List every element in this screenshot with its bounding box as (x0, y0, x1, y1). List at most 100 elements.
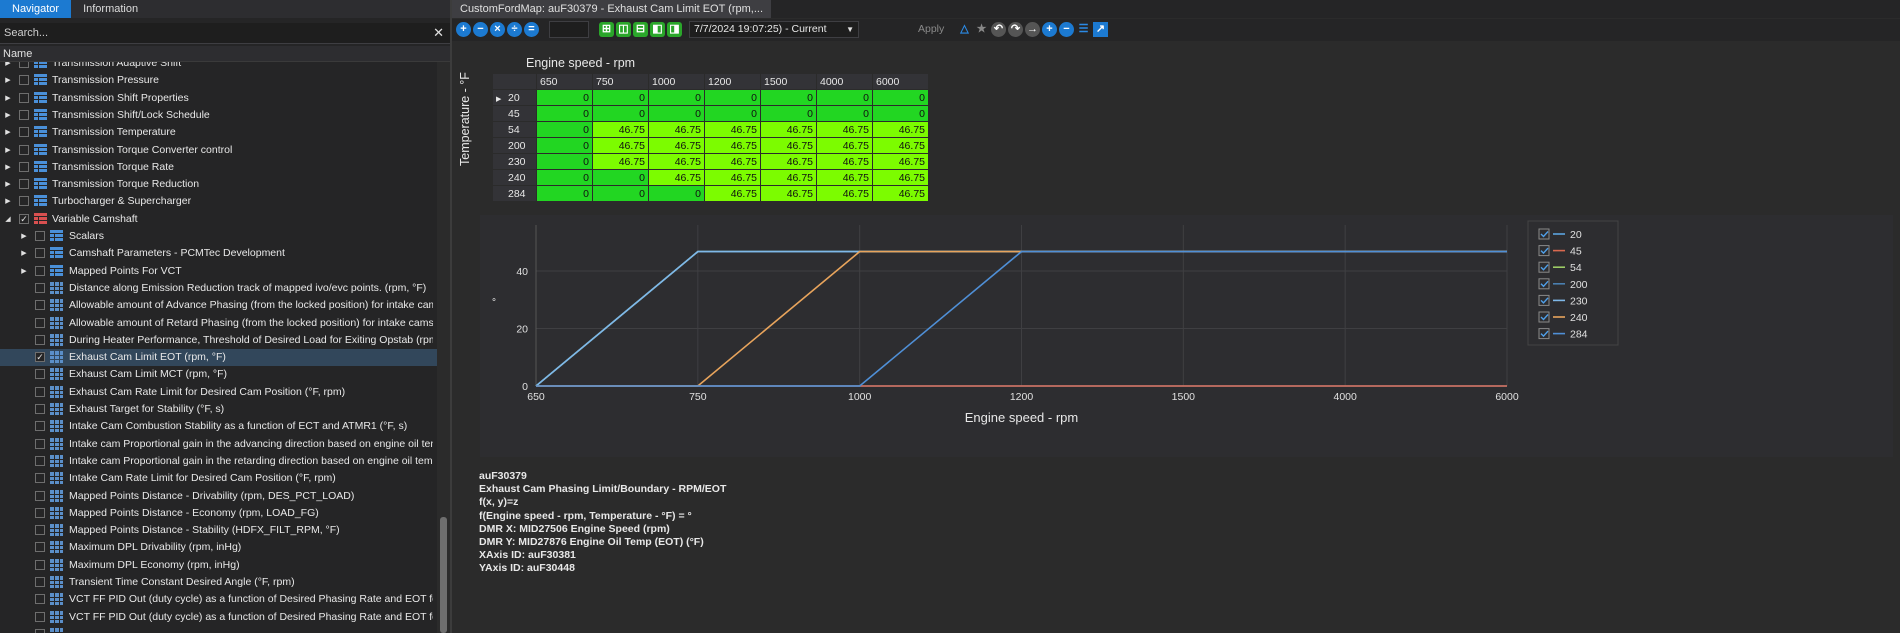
legend-checkbox[interactable] (1538, 311, 1550, 323)
apply-button[interactable]: Apply (918, 22, 944, 37)
table-cell[interactable]: 46.75 (872, 153, 929, 170)
tree-item[interactable]: ▶ Scalars (0, 228, 437, 245)
table-cell[interactable]: 46.75 (816, 121, 873, 138)
table-cell[interactable]: 0 (816, 105, 873, 122)
table-cell[interactable]: 0 (648, 89, 705, 106)
row-header[interactable]: 54 (492, 121, 537, 138)
column-header[interactable]: 1000 (648, 73, 705, 90)
table-cell[interactable]: 46.75 (704, 153, 761, 170)
tree-item-checkbox[interactable] (19, 161, 29, 172)
tree-item-checkbox[interactable] (35, 611, 45, 622)
tree-item-checkbox[interactable] (35, 248, 45, 259)
tree-item-checkbox[interactable] (35, 282, 45, 293)
table-cell[interactable]: 0 (536, 153, 593, 170)
table-cell[interactable]: 46.75 (816, 137, 873, 154)
tree-item-checkbox[interactable] (35, 265, 45, 276)
tree-item-checkbox[interactable] (35, 369, 45, 380)
table-cell[interactable]: 46.75 (648, 121, 705, 138)
tree-item[interactable]: During Heater Performance, Threshold of … (0, 332, 437, 349)
legend-checkbox[interactable] (1538, 245, 1550, 257)
tree-item-checkbox[interactable] (35, 404, 45, 414)
tree-item[interactable]: ▶ Transmission Torque Converter control (0, 142, 437, 159)
tree-item[interactable]: Distance along Emission Reduction track … (0, 280, 437, 297)
tree-item[interactable]: Exhaust Target for Stability (°F, s) (0, 401, 437, 418)
row-header[interactable]: 240 (492, 169, 537, 186)
tree-item-checkbox[interactable] (35, 231, 45, 241)
table-cell[interactable]: 46.75 (760, 153, 817, 170)
table-cell[interactable]: 0 (536, 137, 593, 154)
table-cell[interactable]: 46.75 (704, 121, 761, 138)
tree-item[interactable] (0, 626, 437, 633)
table-cell[interactable]: 46.75 (872, 169, 929, 186)
table-cell[interactable]: 46.75 (760, 137, 817, 154)
tree-item[interactable]: ▶ Transmission Adaptive Shift (0, 62, 437, 72)
tree-item-checkbox[interactable]: ✓ (35, 352, 45, 363)
row-header[interactable]: 45 (492, 105, 537, 122)
tree-item-checkbox[interactable] (35, 490, 45, 501)
tree-item[interactable]: Maximum DPL Economy (rpm, inHg) (0, 557, 437, 574)
tree-item-checkbox[interactable] (35, 421, 45, 432)
multiply-icon[interactable]: × (490, 22, 505, 37)
table-cell[interactable]: 46.75 (648, 169, 705, 186)
table-cell[interactable]: 0 (704, 105, 761, 122)
table-cell[interactable]: 0 (536, 89, 593, 106)
tree-item-checkbox[interactable] (35, 577, 45, 587)
tree-item[interactable]: ▶ Camshaft Parameters - PCMTec Developmen… (0, 245, 437, 262)
expand-arrow-icon[interactable]: ▶ (4, 107, 12, 124)
table-cell[interactable]: 0 (592, 169, 649, 186)
tree-item[interactable]: Intake Cam Rate Limit for Desired Cam Po… (0, 470, 437, 487)
table-cell[interactable]: 0 (536, 105, 593, 122)
triangle-icon[interactable]: △ (957, 22, 972, 37)
tree-item-checkbox[interactable] (35, 317, 45, 328)
tree-item[interactable]: VCT FF PID Out (duty cycle) as a functio… (0, 609, 437, 626)
tree-item[interactable]: Allowable amount of Retard Phasing (from… (0, 315, 437, 332)
tree-item[interactable]: Exhaust Cam Rate Limit for Desired Cam P… (0, 384, 437, 401)
document-tab[interactable]: CustomFordMap: auF30379 - Exhaust Cam Li… (452, 0, 772, 18)
expand-arrow-icon[interactable]: ▶ (4, 159, 12, 176)
fill-icon[interactable]: ◨ (667, 22, 682, 37)
table-cell[interactable]: 46.75 (760, 169, 817, 186)
clear-search-icon[interactable]: ✕ (433, 25, 444, 41)
table-cell[interactable]: 46.75 (872, 185, 929, 202)
tree-item-checkbox[interactable] (35, 525, 45, 536)
smooth-icon[interactable]: ◧ (650, 22, 665, 37)
legend-checkbox[interactable] (1538, 261, 1550, 273)
tree-item[interactable]: ✓ Exhaust Cam Limit EOT (rpm, °F) (0, 349, 437, 367)
tree-item[interactable]: Mapped Points Distance - Stability (HDFX… (0, 522, 437, 539)
tree-item[interactable]: ▶ Transmission Torque Reduction (0, 176, 437, 193)
tree-item[interactable]: ▶ Transmission Pressure (0, 72, 437, 89)
column-header[interactable]: 1500 (760, 73, 817, 90)
table-cell[interactable]: 0 (592, 89, 649, 106)
chart-view-icon[interactable]: ↗ (1093, 22, 1108, 37)
table-cell[interactable]: 0 (536, 185, 593, 202)
tree-item-checkbox[interactable] (35, 438, 45, 449)
tree-item-checkbox[interactable] (19, 109, 29, 120)
table-view-icon[interactable]: ☰ (1076, 22, 1091, 37)
tree-item-checkbox[interactable] (35, 300, 45, 311)
tree-item-checkbox[interactable] (19, 144, 29, 155)
legend-checkbox[interactable] (1538, 294, 1550, 306)
tree-item[interactable]: Exhaust Cam Limit MCT (rpm, °F) (0, 366, 437, 383)
tree-item[interactable]: VCT FF PID Out (duty cycle) as a functio… (0, 591, 437, 608)
tree-item[interactable]: Allowable amount of Advance Phasing (fro… (0, 297, 437, 314)
revision-select[interactable]: 7/7/2024 19:07:25) - Current ▼ (689, 21, 859, 38)
column-header[interactable]: 4000 (816, 73, 873, 90)
subtract-icon[interactable]: − (473, 22, 488, 37)
tree-item[interactable]: Mapped Points Distance - Economy (rpm, L… (0, 505, 437, 522)
column-header[interactable]: 750 (592, 73, 649, 90)
tree-item-checkbox[interactable] (19, 196, 29, 207)
table-cell[interactable]: 0 (816, 89, 873, 106)
tree-item[interactable]: ◢ ✓ Variable Camshaft (0, 211, 437, 228)
add-icon[interactable]: + (456, 22, 471, 37)
table-cell[interactable]: 46.75 (816, 185, 873, 202)
table-cell[interactable]: 0 (872, 105, 929, 122)
table-cell[interactable]: 46.75 (592, 121, 649, 138)
tree-item-checkbox[interactable] (35, 559, 45, 570)
tree-item-checkbox[interactable] (35, 507, 45, 518)
table-cell[interactable]: 0 (648, 105, 705, 122)
legend-checkbox[interactable] (1538, 228, 1550, 240)
column-header[interactable]: 6000 (872, 73, 929, 90)
tree-item[interactable]: ▶ Transmission Shift/Lock Schedule (0, 107, 437, 124)
star-icon[interactable]: ★ (974, 22, 989, 37)
name-column-header[interactable]: Name (0, 46, 450, 62)
